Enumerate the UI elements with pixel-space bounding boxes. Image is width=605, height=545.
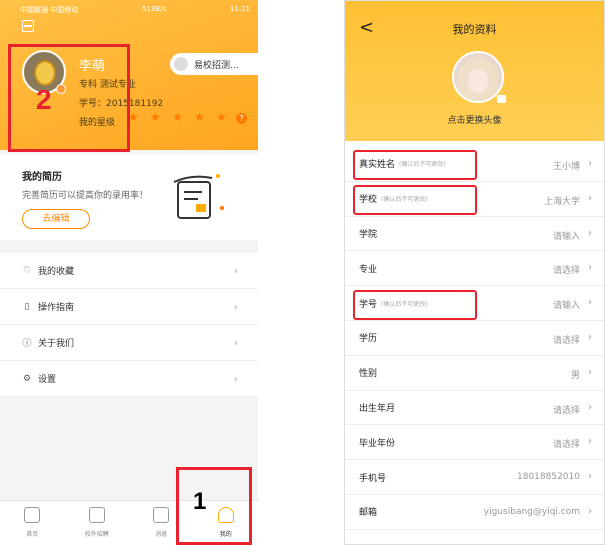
field-value: 请输入 bbox=[552, 301, 580, 312]
resume-document-icon bbox=[173, 174, 224, 219]
message-icon bbox=[153, 507, 170, 523]
chevron-right-icon: › bbox=[588, 331, 592, 343]
tab-label: 消息 bbox=[155, 531, 168, 538]
menu-item-label: 关于我们 bbox=[38, 339, 75, 349]
info-icon: ⓘ bbox=[22, 339, 32, 349]
settings-menu: ♡ 我的收藏 › ▯ 操作指南 › ⓘ 关于我们 › ⚙ 设置 › bbox=[0, 253, 258, 397]
highlight-box-2 bbox=[8, 44, 130, 152]
field-value: 请输入 bbox=[552, 231, 580, 242]
field-college[interactable]: 学院 请输入 › bbox=[345, 217, 604, 252]
field-label: 学院 bbox=[359, 229, 378, 240]
field-label: 毕业年份 bbox=[359, 438, 396, 449]
carrier-text: 中国联通 中国移动 bbox=[20, 6, 79, 14]
home-icon bbox=[24, 507, 41, 523]
field-major[interactable]: 专业 请选择 › bbox=[345, 251, 604, 287]
highlight-box-student-id bbox=[353, 290, 477, 320]
field-label: 手机号 bbox=[359, 473, 387, 484]
tab-external-jobs[interactable]: 校外招聘 bbox=[65, 501, 130, 545]
heart-icon: ♡ bbox=[22, 265, 32, 276]
chevron-right-icon: › bbox=[233, 264, 238, 277]
star-icon: ★ bbox=[150, 110, 161, 124]
field-value: yigusibang@yiqi.com bbox=[483, 506, 580, 517]
menu-item-about[interactable]: ⓘ 关于我们 › bbox=[0, 325, 258, 361]
field-value: 请选择 bbox=[552, 440, 580, 451]
star-icon: ★ bbox=[172, 110, 183, 124]
settings-icon: ⚙ bbox=[22, 373, 32, 384]
chevron-right-icon: › bbox=[233, 336, 238, 349]
chevron-right-icon: › bbox=[233, 372, 238, 385]
highlight-box-real-name bbox=[353, 150, 477, 180]
tab-label: 校外招聘 bbox=[84, 531, 109, 538]
briefcase-icon bbox=[88, 507, 105, 523]
chevron-right-icon: › bbox=[588, 227, 592, 239]
resume-title: 我的简历 bbox=[22, 172, 62, 183]
field-graduation-year[interactable]: 毕业年份 请选择 › bbox=[345, 425, 604, 461]
menu-item-label: 设置 bbox=[38, 375, 57, 385]
profile-screen: 中国联通 中国移动 513B/s 11:21 李萌 专科 测试专业 学号：201… bbox=[0, 0, 258, 545]
scan-icon[interactable] bbox=[22, 20, 34, 32]
avatar-face bbox=[468, 69, 488, 93]
star-icon: ★ bbox=[216, 110, 227, 124]
chevron-right-icon: › bbox=[588, 471, 592, 483]
field-label: 学历 bbox=[359, 334, 378, 345]
network-speed: 513B/s bbox=[141, 5, 167, 13]
field-value: 18018852010 bbox=[517, 472, 580, 483]
field-education[interactable]: 学历 请选择 › bbox=[345, 321, 604, 356]
school-logo-icon bbox=[174, 57, 188, 71]
field-label: 专业 bbox=[359, 264, 378, 275]
school-pill[interactable]: 易校招测... bbox=[170, 53, 258, 75]
menu-item-settings[interactable]: ⚙ 设置 › bbox=[0, 361, 258, 397]
chevron-right-icon: › bbox=[588, 505, 592, 517]
menu-item-guide[interactable]: ▯ 操作指南 › bbox=[0, 289, 258, 325]
page-title: 我的资料 bbox=[452, 23, 497, 36]
field-value: 请选择 bbox=[552, 335, 580, 346]
chevron-right-icon: › bbox=[233, 300, 238, 313]
school-pill-label: 易校招测... bbox=[194, 60, 239, 71]
highlight-box-1 bbox=[176, 467, 252, 545]
profile-header: 中国联通 中国移动 513B/s 11:21 李萌 专科 测试专业 学号：201… bbox=[0, 0, 258, 152]
status-bar: 中国联通 中国移动 513B/s 11:21 bbox=[20, 5, 250, 17]
chevron-right-icon: › bbox=[588, 158, 592, 169]
resume-description: 完善简历可以提高你的录用率！ bbox=[22, 191, 149, 201]
resume-card: 我的简历 完善简历可以提高你的录用率！ 去编辑 bbox=[0, 154, 258, 240]
field-label: 邮箱 bbox=[359, 508, 378, 519]
field-email[interactable]: 邮箱 yigusibang@yiqi.com › bbox=[345, 495, 604, 530]
field-value: 上海大学 bbox=[543, 196, 580, 207]
chevron-right-icon: › bbox=[588, 192, 592, 204]
star-rating: ★ ★ ★ ★ ★ bbox=[128, 111, 228, 123]
field-value: 王小博 bbox=[552, 162, 580, 172]
star-icon: ★ bbox=[194, 110, 205, 124]
profile-edit-header: < 我的资料 点击更换头像 bbox=[345, 1, 604, 141]
field-birth-date[interactable]: 出生年月 请选择 › bbox=[345, 391, 604, 426]
my-profile-screen: < 我的资料 点击更换头像 真实姓名 (确认后不可更改) 王小博 › 学校 (确… bbox=[344, 0, 605, 545]
camera-icon bbox=[497, 95, 506, 103]
menu-item-favorites[interactable]: ♡ 我的收藏 › bbox=[0, 253, 258, 289]
field-value: 请选择 bbox=[552, 266, 580, 277]
tab-home[interactable]: 首页 bbox=[0, 501, 65, 545]
menu-item-label: 操作指南 bbox=[38, 303, 75, 313]
chevron-right-icon: › bbox=[588, 366, 592, 378]
annotation-number-2: 2 bbox=[36, 84, 52, 115]
field-phone[interactable]: 手机号 18018852010 › bbox=[345, 460, 604, 495]
menu-item-label: 我的收藏 bbox=[38, 267, 75, 277]
highlight-box-school bbox=[353, 185, 477, 215]
edit-resume-button[interactable]: 去编辑 bbox=[22, 209, 90, 229]
field-value: 男 bbox=[570, 370, 580, 381]
change-avatar-label[interactable]: 点击更换头像 bbox=[345, 113, 604, 126]
chevron-right-icon: › bbox=[588, 401, 592, 413]
help-icon[interactable]: ? bbox=[236, 113, 247, 124]
chevron-right-icon: › bbox=[588, 297, 592, 309]
field-label: 性别 bbox=[359, 369, 378, 380]
annotation-number-1: 1 bbox=[193, 488, 207, 515]
tab-label: 首页 bbox=[26, 531, 39, 538]
guide-icon: ▯ bbox=[24, 301, 30, 312]
clock-text: 11:21 bbox=[229, 5, 250, 13]
field-label: 出生年月 bbox=[359, 403, 396, 414]
field-gender[interactable]: 性别 男 › bbox=[345, 356, 604, 391]
chevron-right-icon: › bbox=[588, 436, 592, 448]
chevron-right-icon: › bbox=[588, 262, 592, 274]
field-value: 请选择 bbox=[552, 405, 580, 416]
